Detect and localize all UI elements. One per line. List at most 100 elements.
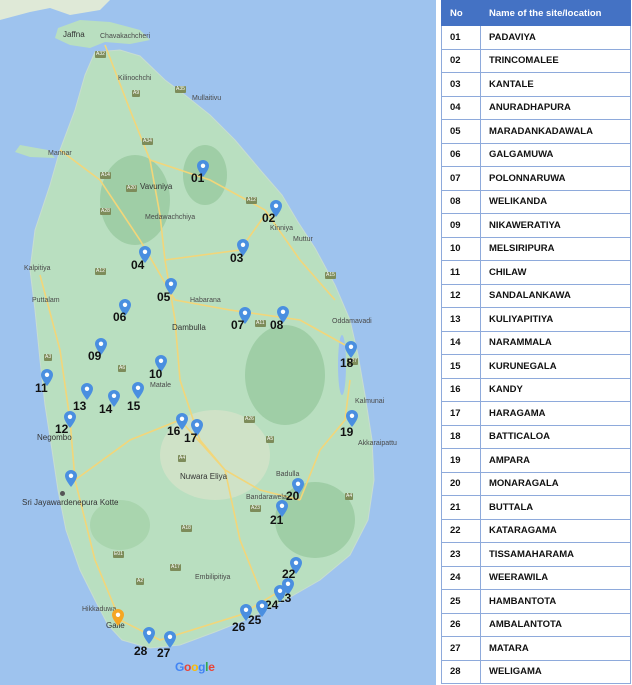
marker-label: 11 [35,381,48,395]
place-label: Kalpitiya [24,265,51,272]
place-label: Sri Jayawardenepura Kotte [22,498,119,507]
place-label: Medawachchiya [145,214,196,221]
site-number: 19 [441,448,481,473]
marker-label: 27 [157,646,171,660]
site-number: 27 [441,636,481,661]
road-shield: A18 [181,525,192,532]
place-label: Mullaitivu [192,95,222,102]
place-label: Habarana [190,297,221,304]
site-number: 14 [441,330,481,355]
marker-label: 10 [149,367,163,381]
table-row: 26 AMBALANTOTA [441,612,631,637]
site-name: MONARAGALA [480,471,631,496]
location-pin-icon[interactable] [240,604,252,621]
site-name: POLONNARUWA [480,166,631,191]
table-row: 06 GALGAMUWA [441,142,631,167]
site-number: 06 [441,142,481,167]
site-name: KANDY [480,377,631,402]
site-name: SANDALANKAWA [480,283,631,308]
site-number: 13 [441,307,481,332]
table-row: 05 MARADANKADAWALA [441,119,631,144]
place-label: Mannar [48,150,72,157]
site-name: HARAGAMA [480,401,631,426]
location-pin-icon[interactable] [132,382,144,399]
site-name: TISSAMAHARAMA [480,542,631,567]
site-number: 12 [441,283,481,308]
table-row: 01 PADAVIYA [441,25,631,50]
location-pin-icon[interactable] [65,470,77,487]
site-name: AMBALANTOTA [480,612,631,637]
marker-label: 01 [191,171,205,185]
site-number: 10 [441,236,481,261]
road-shield: A11 [255,320,266,327]
place-label: Kilinochchi [118,75,152,82]
table-row: 22 KATARAGAMA [441,518,631,543]
location-pin-icon[interactable] [143,627,155,644]
road-shield: A2 [136,578,145,585]
table-row: 21 BUTTALA [441,495,631,520]
location-pin-icon[interactable] [81,383,93,400]
road-shield: A3 [44,354,53,361]
table-row: 19 AMPARA [441,448,631,473]
site-name: MELSIRIPURA [480,236,631,261]
place-label: Nuwara Eliya [180,472,228,481]
orange-location-pin-icon[interactable] [112,609,124,626]
island-landmass [29,49,375,649]
site-name: BATTICALOA [480,424,631,449]
table-row: 15 KURUNEGALA [441,354,631,379]
marker-label: 20 [286,489,300,503]
site-name: MARADANKADAWALA [480,119,631,144]
site-name: BUTTALA [480,495,631,520]
mainland-land [0,0,110,20]
place-label: Dambulla [172,323,206,332]
marker-label: 13 [73,399,87,413]
site-name: AMPARA [480,448,631,473]
road-shield: A34 [142,138,153,145]
place-label: Kalmunai [355,398,385,405]
place-label: Kinniya [270,225,293,232]
place-label: Muttur [293,236,313,243]
road-shield: A23 [250,505,261,512]
site-name: WEERAWILA [480,565,631,590]
site-name: KATARAGAMA [480,518,631,543]
table-row: 28 WELIGAMA [441,659,631,684]
site-number: 09 [441,213,481,238]
site-number: 08 [441,189,481,214]
table-header-row: No Name of the site/location [441,0,631,26]
header-site-name: Name of the site/location [480,0,631,26]
site-number: 05 [441,119,481,144]
site-number: 21 [441,495,481,520]
road-shield: A20 [126,185,137,192]
sri-lanka-map[interactable]: Jaffna Chavakachcheri Kilinochchi Mullai… [0,0,436,685]
table-row: 08 WELIKANDA [441,189,631,214]
marker-label: 14 [99,402,113,416]
place-label: Matale [150,382,172,389]
marker-label: 06 [113,310,127,324]
google-logo: Google [175,660,215,674]
place-label: Chavakachcheri [100,33,151,40]
site-name: NIKAWERATIYA [480,213,631,238]
site-number: 07 [441,166,481,191]
road-shield: A4 [178,455,187,462]
site-number: 24 [441,565,481,590]
road-shield: A28 [100,208,111,215]
site-name: WELIGAMA [480,659,631,684]
place-label: Vavuniya [140,182,173,191]
place-label: Embilipitiya [195,574,231,581]
site-name: GALGAMUWA [480,142,631,167]
table-row: 09 NIKAWERATIYA [441,213,631,238]
road-shield: A5 [266,436,275,443]
site-number: 17 [441,401,481,426]
site-name: PADAVIYA [480,25,631,50]
marker-label: 12 [55,422,69,436]
road-shield: A14 [100,172,111,179]
marker-label: 18 [340,356,354,370]
road-shield: A12 [246,197,257,204]
marker-label: 05 [157,290,171,304]
road-shield: A6 [118,365,127,372]
site-number: 18 [441,424,481,449]
site-name: KANTALE [480,72,631,97]
marker-label: 03 [230,251,244,265]
road-shield: A35 [175,86,186,93]
site-name: HAMBANTOTA [480,589,631,614]
